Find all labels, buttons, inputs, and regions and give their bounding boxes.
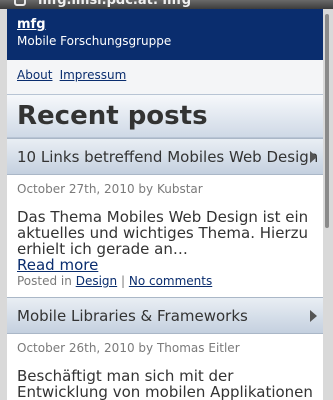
comments-link[interactable]: No comments	[129, 274, 212, 288]
post-author: Thomas Eitler	[156, 341, 240, 355]
read-more-link[interactable]: Read more	[17, 257, 313, 273]
post-author: Kubstar	[156, 182, 203, 196]
nav-impressum-link[interactable]: Impressum	[60, 68, 127, 82]
nav-about-link[interactable]: About	[17, 68, 52, 82]
post-title: 10 Links betreffend Mobiles Web Design	[17, 148, 319, 166]
post-by: by	[138, 341, 154, 355]
separator: |	[120, 274, 126, 288]
post-by: by	[138, 182, 154, 196]
post-date: October 26th, 2010	[17, 341, 135, 355]
post-meta: October 27th, 2010 by Kubstar	[17, 181, 313, 197]
site-subtitle: Mobile Forschungsgruppe	[17, 34, 172, 48]
status-bar: mfg.imsl.pdc.at: mfg	[0, 0, 333, 9]
post-excerpt: Beschäftigt man sich mit der Entwicklung…	[17, 367, 313, 400]
site-title-link[interactable]: mfg	[17, 17, 313, 33]
posted-in-label: Posted in	[17, 274, 72, 288]
page-heading: Recent posts	[7, 94, 323, 138]
post-excerpt: Das Thema Mobiles Web Design ist ein akt…	[17, 208, 309, 258]
post-title-bar[interactable]: Mobile Libraries & Frameworks	[7, 297, 323, 334]
post-footer: Posted in Design | No comments	[17, 273, 313, 289]
post-meta: October 26th, 2010 by Thomas Eitler	[17, 340, 313, 356]
app-icon	[14, 0, 26, 6]
browser-viewport[interactable]: mfg Mobile Forschungsgruppe About Impres…	[7, 9, 323, 400]
post-title-bar[interactable]: 10 Links betreffend Mobiles Web Design	[7, 138, 323, 175]
category-link[interactable]: Design	[76, 274, 117, 288]
post-entry: October 26th, 2010 by Thomas Eitler Besc…	[7, 334, 323, 400]
post-entry: October 27th, 2010 by Kubstar Das Thema …	[7, 175, 323, 293]
site-header: mfg Mobile Forschungsgruppe	[7, 9, 323, 60]
post-date: October 27th, 2010	[17, 182, 135, 196]
chevron-right-icon	[310, 151, 317, 163]
scrollbar[interactable]	[325, 14, 329, 228]
post-title: Mobile Libraries & Frameworks	[17, 307, 248, 325]
window-title: mfg.imsl.pdc.at: mfg	[38, 0, 192, 8]
top-nav: About Impressum	[7, 60, 323, 94]
chevron-right-icon	[310, 310, 317, 322]
